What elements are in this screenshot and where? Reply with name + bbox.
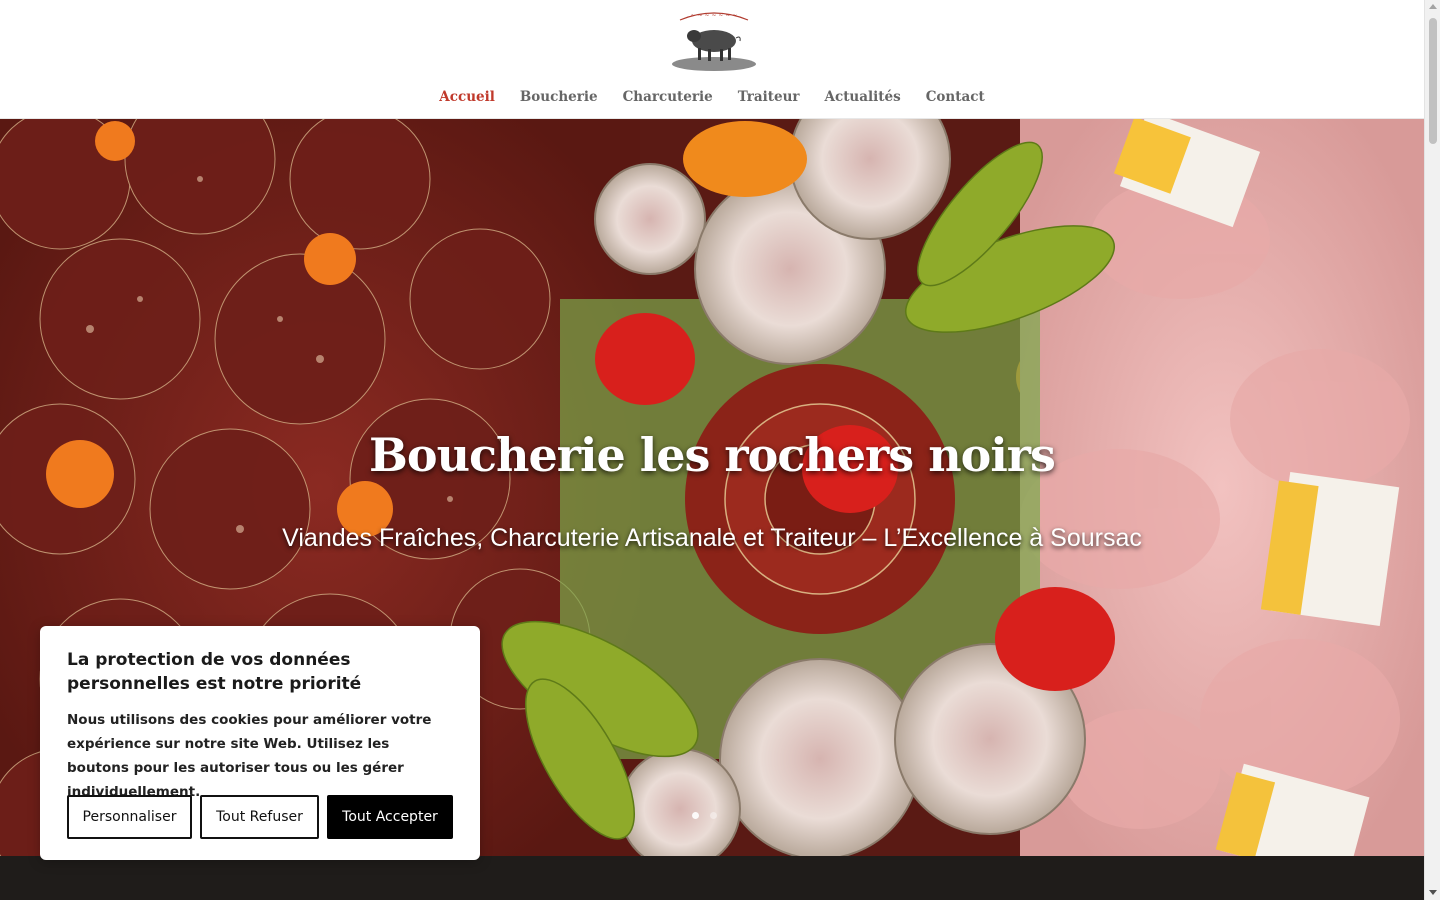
cookie-title: La protection de vos données personnelle… (67, 650, 362, 694)
nav-item-traiteur[interactable]: Traiteur (725, 87, 812, 107)
slider-dot[interactable] (710, 812, 717, 819)
nav-item-boucherie[interactable]: Boucherie (507, 87, 610, 107)
cookie-consent-banner: La protection de vos données personnelle… (40, 626, 480, 860)
slider-dot-active[interactable] (692, 812, 699, 819)
refuse-all-button[interactable]: Tout Refuser (200, 795, 319, 839)
nav-item-charcuterie[interactable]: Charcuterie (610, 87, 725, 107)
nav-item-actualites[interactable]: Actualités (812, 87, 913, 107)
hero-title: Boucherie les rochers noirs (369, 428, 1056, 482)
hero-subtitle: Viandes Fraîches, Charcuterie Artisanale… (282, 524, 1142, 552)
scroll-down-arrow-icon[interactable] (1429, 890, 1437, 895)
site-logo[interactable]: ~ ~ ~ ~ ~ ~ ~ (670, 6, 758, 72)
page-scrollbar[interactable] (1424, 0, 1440, 900)
section-dark-strip (0, 856, 1424, 900)
cookie-buttons: Personnaliser Tout Refuser Tout Accepter (67, 795, 453, 839)
svg-text:~ ~ ~ ~ ~ ~ ~: ~ ~ ~ ~ ~ ~ ~ (691, 12, 738, 19)
scroll-thumb[interactable] (1429, 18, 1437, 144)
accept-all-button[interactable]: Tout Accepter (327, 795, 453, 839)
site-header: ~ ~ ~ ~ ~ ~ ~ Accueil Boucherie Charcute… (0, 0, 1424, 119)
main-nav: Accueil Boucherie Charcuterie Traiteur A… (0, 87, 1424, 107)
cookie-text: Nous utilisons des cookies pour améliore… (67, 712, 432, 800)
nav-item-accueil[interactable]: Accueil (427, 87, 508, 107)
nav-item-contact[interactable]: Contact (913, 87, 997, 107)
customize-button[interactable]: Personnaliser (67, 795, 192, 839)
scroll-up-arrow-icon[interactable] (1429, 4, 1437, 9)
